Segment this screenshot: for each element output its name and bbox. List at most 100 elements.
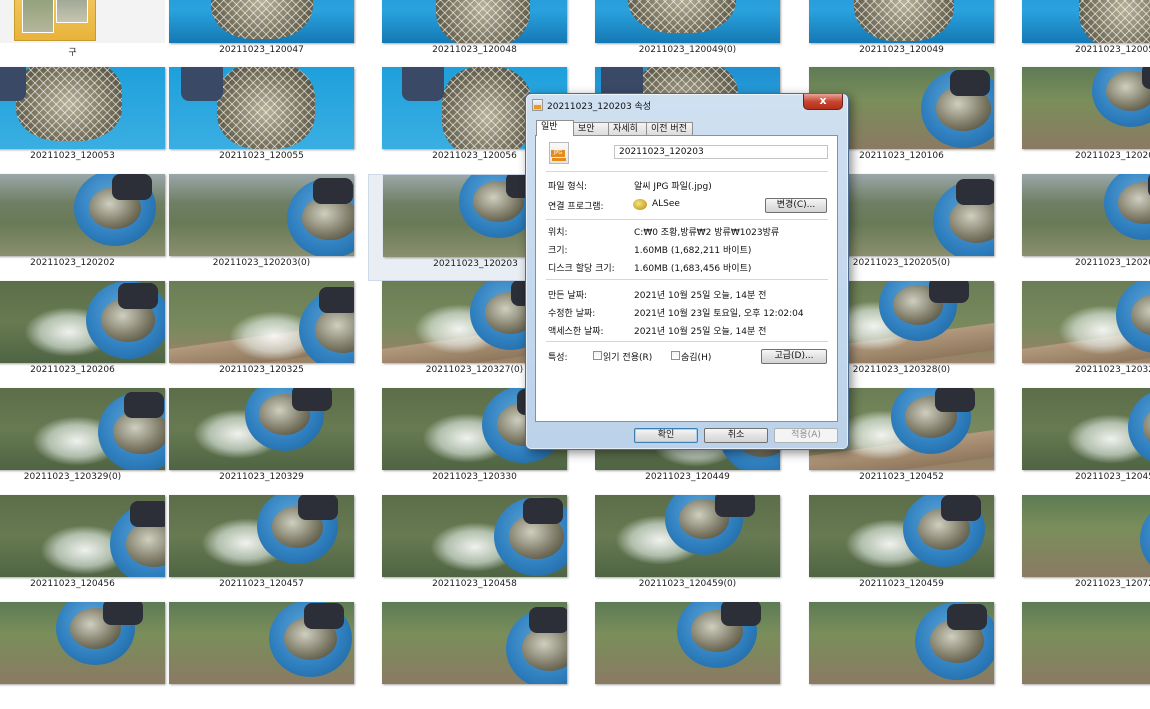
image-thumbnail [382, 0, 567, 43]
folder-thumbnail [0, 0, 165, 43]
image-thumbnail [1022, 174, 1150, 256]
image-thumbnail [169, 495, 354, 577]
dialog-titlebar[interactable]: 20211023_120203 속성 x [526, 94, 848, 116]
file-name-caption: 20211023_120330 [432, 472, 517, 482]
tab-security[interactable]: 보안 [573, 122, 609, 135]
image-file-item[interactable]: 20211023_12005 [1008, 0, 1150, 68]
image-file-item[interactable]: 20211023_120206 [0, 281, 179, 388]
file-name-caption: 20211023_120202 [30, 258, 115, 268]
file-name-caption: 20211023_120459 [859, 579, 944, 589]
open-with-value: ALSee [652, 199, 680, 209]
image-thumbnail [1022, 495, 1150, 577]
file-name-caption: 20211023_120459(0) [638, 579, 737, 589]
image-thumbnail [0, 495, 165, 577]
readonly-checkbox[interactable] [593, 351, 602, 360]
image-thumbnail [169, 174, 354, 256]
image-file-item[interactable]: 20211023_120329 [155, 388, 368, 495]
general-tab-panel: JPG 20211023_120203 파일 형식: 알씨 JPG 파일(.jp… [535, 135, 838, 422]
image-file-item[interactable]: 20211023_120049 [795, 0, 1008, 68]
hidden-checkbox[interactable] [671, 351, 680, 360]
created-label: 만든 날짜: [548, 291, 588, 301]
image-file-item[interactable]: 20211023_120055 [155, 67, 368, 174]
file-name-caption: 20211023_120203(0) [212, 258, 311, 268]
image-file-item[interactable]: 20211023_120459(0) [581, 495, 794, 602]
file-name-caption: 20211023_120329 [219, 472, 304, 482]
image-file-item[interactable]: 20211023_120457 [155, 495, 368, 602]
image-file-item[interactable] [581, 602, 794, 709]
image-thumbnail [169, 0, 354, 43]
image-thumbnail [0, 174, 165, 256]
location-label: 위치: [548, 228, 568, 238]
file-name-caption: 20211023_12020 [1075, 151, 1150, 161]
cancel-button[interactable]: 취소 [704, 428, 768, 443]
image-file-item[interactable]: 20211023_120053 [0, 67, 179, 174]
image-file-item[interactable]: 20211023_120325 [155, 281, 368, 388]
image-file-item[interactable]: 20211023_120203(0) [155, 174, 368, 281]
file-name-caption: 20211023_120458 [432, 579, 517, 589]
image-file-item[interactable] [795, 602, 1008, 709]
disk-size-label: 디스크 할당 크기: [548, 264, 615, 274]
image-thumbnail [809, 0, 994, 43]
image-thumbnail [595, 602, 780, 684]
advanced-button[interactable]: 고급(D)... [761, 349, 827, 364]
image-file-item[interactable] [1008, 602, 1150, 709]
image-file-item[interactable]: 20211023_12045 [1008, 388, 1150, 495]
modified-value: 2021년 10월 23일 토요일, 오후 12:02:04 [634, 309, 804, 319]
file-name-input[interactable]: 20211023_120203 [614, 145, 828, 159]
ok-button[interactable]: 확인 [634, 428, 698, 443]
file-name-caption: 20211023_120456 [30, 579, 115, 589]
image-file-item[interactable]: 20211023_12020 [1008, 67, 1150, 174]
file-name-caption: 20211023_120055 [219, 151, 304, 161]
image-thumbnail [0, 388, 165, 470]
image-file-item[interactable]: 20211023_120202 [0, 174, 179, 281]
image-file-item[interactable] [0, 602, 179, 709]
accessed-value: 2021년 10월 25일 오늘, 14분 전 [634, 327, 767, 337]
size-value: 1.60MB (1,682,211 바이트) [634, 246, 752, 256]
tab-details[interactable]: 자세히 [608, 122, 647, 135]
close-button[interactable]: x [803, 94, 843, 110]
image-file-item[interactable]: 20211023_12020 [1008, 174, 1150, 281]
file-name-caption: 20211023_120329(0) [23, 472, 122, 482]
image-file-item[interactable] [368, 602, 581, 709]
tab-general[interactable]: 일반 [536, 120, 574, 136]
image-thumbnail [0, 67, 165, 149]
image-file-item[interactable]: 20211023_12072 [1008, 495, 1150, 602]
image-thumbnail [1022, 67, 1150, 149]
image-thumbnail [0, 602, 165, 684]
image-file-item[interactable]: 20211023_120456 [0, 495, 179, 602]
image-thumbnail [595, 495, 780, 577]
apply-button[interactable]: 적용(A) [774, 428, 838, 443]
file-name-caption: 20211023_120449 [645, 472, 730, 482]
folder-item[interactable]: 구 [0, 0, 179, 68]
image-thumbnail [169, 388, 354, 470]
image-thumbnail [1022, 388, 1150, 470]
image-file-item[interactable]: 20211023_120459 [795, 495, 1008, 602]
image-thumbnail [809, 495, 994, 577]
image-file-item[interactable]: 20211023_120329(0) [0, 388, 179, 495]
file-name-caption: 20211023_120048 [432, 45, 517, 55]
image-thumbnail [1022, 0, 1150, 43]
image-file-item[interactable]: 20211023_120048 [368, 0, 581, 68]
tab-previous-versions[interactable]: 이전 버전 [646, 122, 693, 135]
image-file-item[interactable] [155, 602, 368, 709]
file-name-caption: 20211023_12072 [1075, 579, 1150, 589]
file-name-caption: 구 [68, 48, 77, 58]
image-file-item[interactable]: 20211023_120049(0) [581, 0, 794, 68]
readonly-label: 읽기 전용(R) [603, 353, 653, 363]
dialog-title: 20211023_120203 속성 [547, 102, 652, 112]
file-name-caption: 20211023_120452 [859, 472, 944, 482]
image-file-item[interactable]: 20211023_120047 [155, 0, 368, 68]
modified-label: 수정한 날짜: [548, 309, 596, 319]
hidden-label: 숨김(H) [681, 353, 712, 363]
image-file-item[interactable]: 20211023_120458 [368, 495, 581, 602]
image-thumbnail [382, 602, 567, 684]
jpg-file-icon: JPG [549, 142, 569, 164]
file-name-caption: 20211023_12045 [1075, 472, 1150, 482]
attributes-label: 특성: [548, 353, 568, 363]
image-file-item[interactable]: 20211023_12032 [1008, 281, 1150, 388]
image-thumbnail [169, 281, 354, 363]
image-thumbnail [382, 495, 567, 577]
image-thumbnail [169, 602, 354, 684]
change-button[interactable]: 변경(C)... [765, 198, 827, 213]
file-properties-dialog: 20211023_120203 속성 x 일반 보안 자세히 이전 버전 JPG… [525, 93, 849, 450]
